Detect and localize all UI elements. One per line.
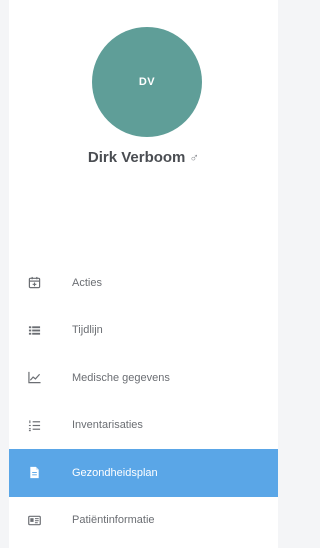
sidebar-item-medische-gegevens[interactable]: Medische gegevens (9, 354, 278, 402)
sidebar-item-patientinformatie[interactable]: Patiëntinformatie (9, 497, 278, 545)
avatar-initials: DV (138, 76, 156, 88)
sidebar: DV Dirk Verboom ♂ Acties Tijdlijn Medisch… (9, 0, 278, 548)
document-icon (9, 466, 57, 479)
sidebar-menu: Acties Tijdlijn Medische gegevens Invent… (9, 259, 278, 544)
sidebar-item-inventarisaties[interactable]: Inventarisaties (9, 402, 278, 450)
sidebar-item-tijdlijn[interactable]: Tijdlijn (9, 307, 278, 355)
sidebar-item-label: Patiëntinformatie (72, 514, 155, 527)
sidebar-item-label: Tijdlijn (72, 324, 103, 337)
list-icon (9, 324, 57, 337)
sidebar-item-label: Acties (72, 276, 102, 289)
user-name-row: Dirk Verboom ♂ (9, 149, 278, 166)
user-name: Dirk Verboom (87, 149, 186, 166)
sidebar-item-gezondheidsplan[interactable]: Gezondheidsplan (9, 449, 278, 497)
sidebar-item-label: Gezondheidsplan (72, 466, 158, 479)
calendar-icon (9, 276, 57, 289)
sidebar-item-label: Medische gegevens (72, 371, 170, 384)
numbered-list-icon (9, 419, 57, 432)
id-card-icon (9, 514, 57, 527)
sidebar-item-label: Inventarisaties (72, 419, 143, 432)
male-icon: ♂ (189, 150, 200, 165)
line-chart-icon (9, 371, 57, 384)
sidebar-item-acties[interactable]: Acties (9, 259, 278, 307)
avatar[interactable]: DV (92, 27, 202, 137)
